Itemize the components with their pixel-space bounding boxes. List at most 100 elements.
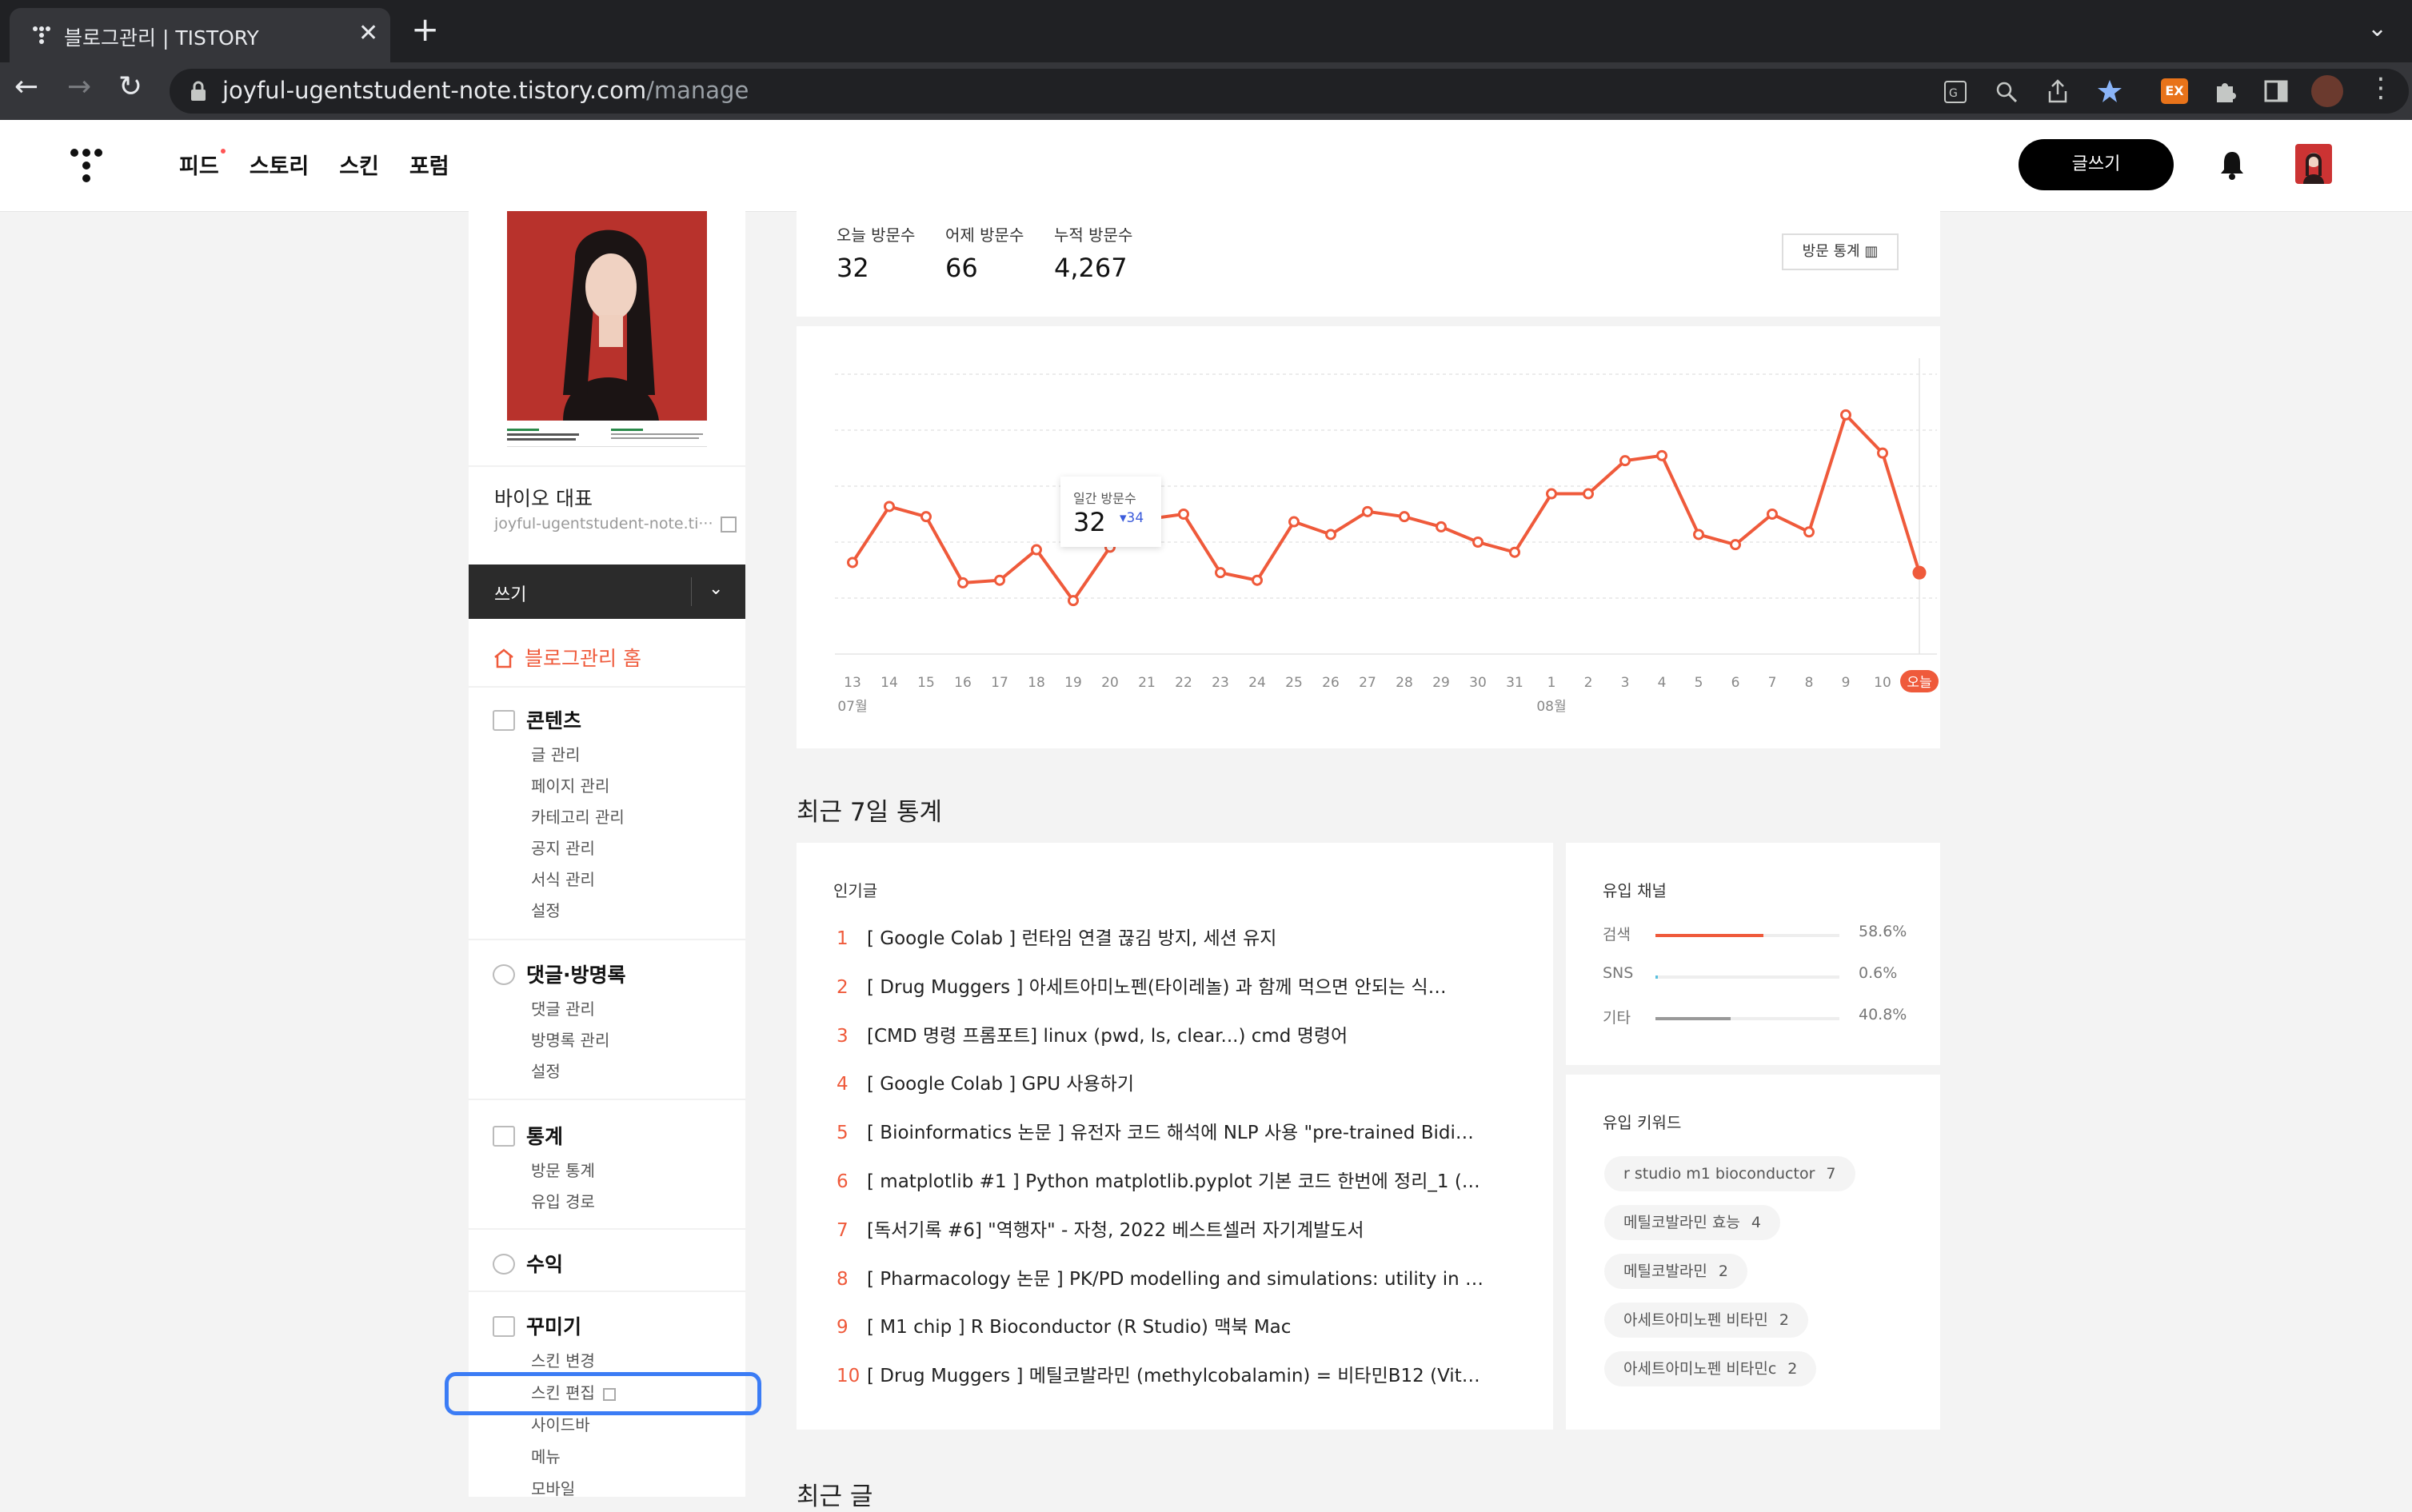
keyword-chip[interactable]: 메틸코발라민 2 <box>1604 1254 1747 1289</box>
sidebar-item-home[interactable]: 블로그관리 홈 <box>493 643 641 672</box>
user-avatar[interactable] <box>2295 144 2332 184</box>
forward-button[interactable]: → <box>67 70 91 103</box>
channel-bar-track <box>1655 975 1839 979</box>
sidebar-item-comments-settings[interactable]: 설정 <box>531 1059 561 1082</box>
extensions-puzzle-icon[interactable] <box>2212 78 2238 104</box>
share-icon[interactable] <box>2046 78 2070 104</box>
popular-post-item[interactable]: 1 [ Google Colab ] 런타임 연결 끊김 방지, 세션 유지 <box>837 923 1276 950</box>
data-point <box>1767 509 1778 520</box>
data-point <box>1656 449 1667 461</box>
popular-post-item[interactable]: 6 [ matplotlib #1 ] Python matplotlib.pyp… <box>837 1166 1480 1193</box>
sidebar-item-category-manage[interactable]: 카테고리 관리 <box>531 804 625 828</box>
keyword-text: 아세트아미노펜 비타민c <box>1623 1360 1777 1378</box>
extension-ex-icon[interactable]: EX <box>2161 78 2188 104</box>
sidebar-item-referrer[interactable]: 유입 경로 <box>531 1189 595 1212</box>
sidebar-item-skin-change[interactable]: 스킨 변경 <box>531 1348 595 1371</box>
sidebar-item-contents-settings[interactable]: 설정 <box>531 898 561 921</box>
tab-search-chevron-icon[interactable]: ⌄ <box>2367 14 2387 42</box>
keyword-chip[interactable]: 메틸코발라민 효능 4 <box>1604 1205 1780 1240</box>
data-point <box>1068 595 1079 607</box>
popular-post-rank: 7 <box>837 1219 849 1241</box>
tab-close-icon[interactable]: ✕ <box>358 19 378 47</box>
visits-series-line <box>851 412 1921 604</box>
translate-icon[interactable]: G <box>1943 80 1967 104</box>
sidebar-section-revenue[interactable]: 수익 <box>493 1249 563 1278</box>
keyword-count: 2 <box>1718 1263 1728 1280</box>
popular-post-item[interactable]: 5 [ Bioinformatics 논문 ] 유전자 코드 해석에 NLP 사용… <box>837 1117 1474 1144</box>
bell-icon[interactable] <box>2218 149 2246 181</box>
popular-post-item[interactable]: 9 [ M1 chip ] R Bioconductor (R Studio) 맥… <box>837 1311 1291 1338</box>
sidebar-section-contents[interactable]: 콘텐츠 <box>493 705 581 734</box>
sidebar-section-comments[interactable]: 댓글·방명록 <box>493 959 626 988</box>
tooltip-label: 일간 방문수 <box>1073 491 1136 506</box>
skin-edit-highlight <box>445 1372 761 1415</box>
nav-feed[interactable]: 피드 <box>179 149 226 180</box>
blog-url[interactable]: joyful-ugentstudent-note.ti··· <box>494 515 737 533</box>
manage-sidebar: 바이오 대표 joyful-ugentstudent-note.ti··· 쓰기… <box>469 211 745 1499</box>
yesterday-visits-label: 어제 방문수 <box>945 225 1024 245</box>
channel-bar-fill <box>1655 975 1658 979</box>
sidebar-item-sidebar[interactable]: 사이드바 <box>531 1412 590 1435</box>
side-panel-icon[interactable] <box>2263 78 2289 104</box>
browser-profile-avatar[interactable] <box>2311 75 2343 107</box>
sidebar-item-page-manage[interactable]: 페이지 관리 <box>531 773 609 796</box>
visit-stats-button[interactable]: 방문 통계 ▥ <box>1782 233 1899 270</box>
reload-button[interactable]: ↻ <box>118 70 142 103</box>
data-point <box>1399 511 1410 523</box>
popular-post-item[interactable]: 10 [ Drug Muggers ] 메틸코발라민 (methylcobalam… <box>837 1360 1480 1387</box>
popular-post-title: [ Bioinformatics 논문 ] 유전자 코드 해석에 NLP 사용 … <box>867 1123 1474 1144</box>
address-bar[interactable]: joyful-ugentstudent-note.tistory.com/man… <box>170 69 2409 114</box>
nav-skin[interactable]: 스킨 <box>339 149 379 180</box>
popular-post-item[interactable]: 2 [ Drug Muggers ] 아세트아미노펜(타이레놀) 과 함께 먹으면… <box>837 971 1447 999</box>
zoom-icon[interactable] <box>1995 80 2019 104</box>
write-post-button[interactable]: 글쓰기 <box>2019 139 2174 190</box>
chart-tooltip: 일간 방문수 32 ▾34 <box>1060 477 1161 547</box>
popular-post-item[interactable]: 7 [독서기록 #6] "역행자" - 자청, 2022 베스트셀러 자기계발도서 <box>837 1215 1364 1242</box>
divider <box>469 686 745 688</box>
tistory-favicon-icon <box>33 26 50 44</box>
popular-post-title: [ M1 chip ] R Bioconductor (R Studio) 맥북… <box>867 1317 1292 1338</box>
sidebar-section-stats[interactable]: 통계 <box>493 1121 563 1150</box>
keyword-chip[interactable]: 아세트아미노펜 비타민c 2 <box>1604 1351 1817 1386</box>
nav-story[interactable]: 스토리 <box>250 149 309 180</box>
sidebar-item-mobile[interactable]: 모바일 <box>531 1476 575 1499</box>
chevron-down-icon[interactable]: ⌄ <box>709 579 723 599</box>
data-point <box>1509 546 1520 558</box>
sidebar-item-comment-manage[interactable]: 댓글 관리 <box>531 996 595 1019</box>
sidebar-section-decorate[interactable]: 꾸미기 <box>493 1311 581 1340</box>
popular-post-item[interactable]: 3 [CMD 명령 프롬포트] linux (pwd, ls, clear...)… <box>837 1020 1348 1047</box>
new-tab-button[interactable]: + <box>411 10 439 49</box>
keyword-chip[interactable]: 아세트아미노펜 비타민 2 <box>1604 1303 1808 1338</box>
data-point <box>884 501 895 513</box>
sidebar-item-menu[interactable]: 메뉴 <box>531 1444 561 1467</box>
nav-forum[interactable]: 포럼 <box>409 149 449 180</box>
tistory-logo-icon[interactable] <box>70 149 102 184</box>
popular-post-title: [ matplotlib #1 ] Python matplotlib.pypl… <box>867 1171 1480 1192</box>
document-icon <box>493 710 515 731</box>
x-tick-label: 7 <box>1768 675 1777 691</box>
sidebar-item-guestbook-manage[interactable]: 방명록 관리 <box>531 1027 609 1051</box>
x-tick-label: 16 <box>954 675 972 691</box>
bookmark-star-icon[interactable] <box>2097 78 2122 104</box>
browser-menu-icon[interactable]: ⋮ <box>2367 72 2394 104</box>
keyword-text: r studio m1 bioconductor <box>1623 1165 1815 1183</box>
sidebar-item-notice-manage[interactable]: 공지 관리 <box>531 836 595 859</box>
sidebar-item-template-manage[interactable]: 서식 관리 <box>531 867 595 890</box>
blog-profile-image[interactable] <box>507 211 707 447</box>
channel-percent: 40.8% <box>1859 1006 1907 1023</box>
browser-tab[interactable]: 블로그관리 | TISTORY ✕ <box>10 8 390 62</box>
data-point <box>994 574 1005 586</box>
sidebar-item-post-manage[interactable]: 글 관리 <box>531 742 581 765</box>
blog-name[interactable]: 바이오 대표 <box>494 483 593 512</box>
data-point <box>1031 544 1042 556</box>
visit-chart-card: 13 14 15 16 17 18 19 20 21 22 23 24 25 26 27 28 29 30 31 1 2… <box>797 326 1940 748</box>
keyword-text: 메틸코발라민 효능 <box>1623 1214 1740 1231</box>
sidebar-item-visit-stats[interactable]: 방문 통계 <box>531 1158 595 1181</box>
write-dropdown[interactable]: 쓰기 ⌄ <box>469 565 745 619</box>
popular-post-title: [독서기록 #6] "역행자" - 자청, 2022 베스트셀러 자기계발도서 <box>867 1219 1364 1241</box>
lock-icon <box>191 81 206 101</box>
popular-post-item[interactable]: 8 [ Pharmacology 논문 ] PK/PD modelling and… <box>837 1263 1484 1291</box>
keyword-chip[interactable]: r studio m1 bioconductor 7 <box>1604 1156 1855 1191</box>
popular-post-item[interactable]: 4 [ Google Colab ] GPU 사용하기 <box>837 1068 1134 1095</box>
back-button[interactable]: ← <box>14 70 38 103</box>
